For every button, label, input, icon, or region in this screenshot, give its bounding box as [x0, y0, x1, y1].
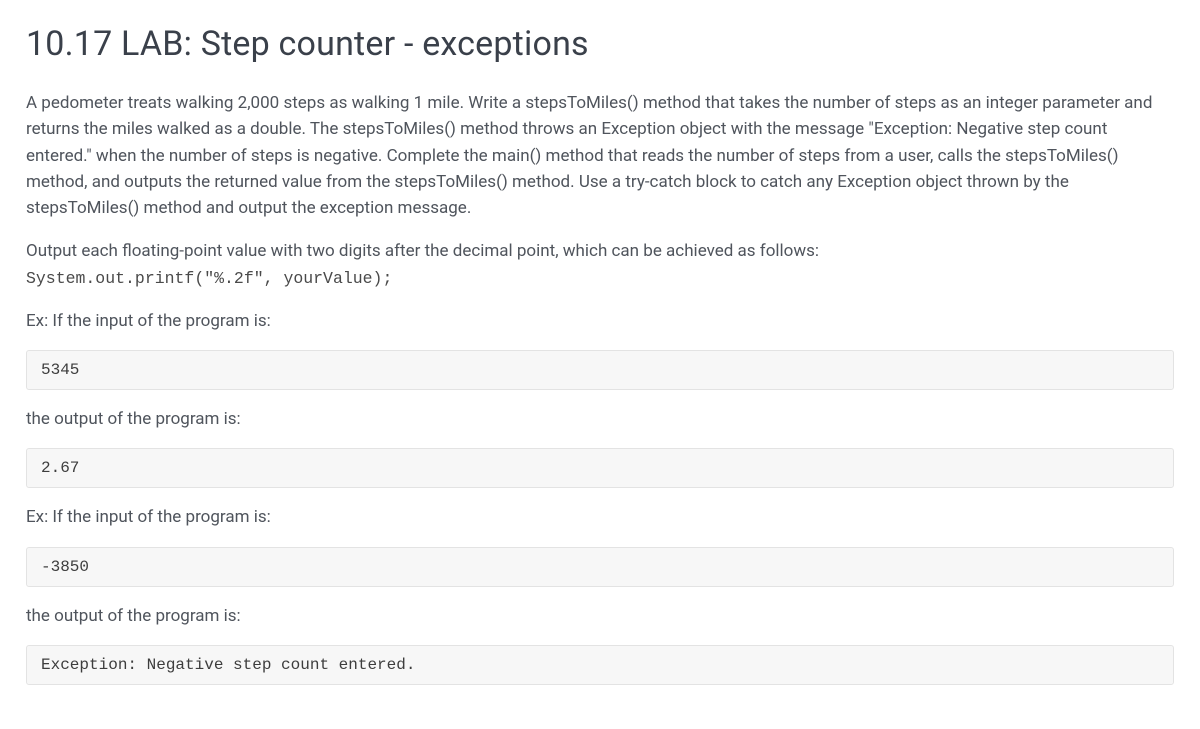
example1-output-label: the output of the program is: [26, 406, 1174, 432]
printf-code: System.out.printf("%.2f", yourValue); [26, 266, 1174, 292]
lab-page: 10.17 LAB: Step counter - exceptions A p… [0, 0, 1200, 729]
problem-description: A pedometer treats walking 2,000 steps a… [26, 90, 1174, 222]
example2-input-label: Ex: If the input of the program is: [26, 504, 1174, 530]
example2-input-block: -3850 [26, 547, 1174, 587]
output-hint-text: Output each floating-point value with tw… [26, 241, 819, 261]
example2-output-block: Exception: Negative step count entered. [26, 645, 1174, 685]
output-format-hint: Output each floating-point value with tw… [26, 238, 1174, 292]
example1-input-label: Ex: If the input of the program is: [26, 308, 1174, 334]
page-title: 10.17 LAB: Step counter - exceptions [26, 24, 1174, 64]
example2-output-label: the output of the program is: [26, 603, 1174, 629]
example1-output-block: 2.67 [26, 448, 1174, 488]
example1-input-block: 5345 [26, 350, 1174, 390]
